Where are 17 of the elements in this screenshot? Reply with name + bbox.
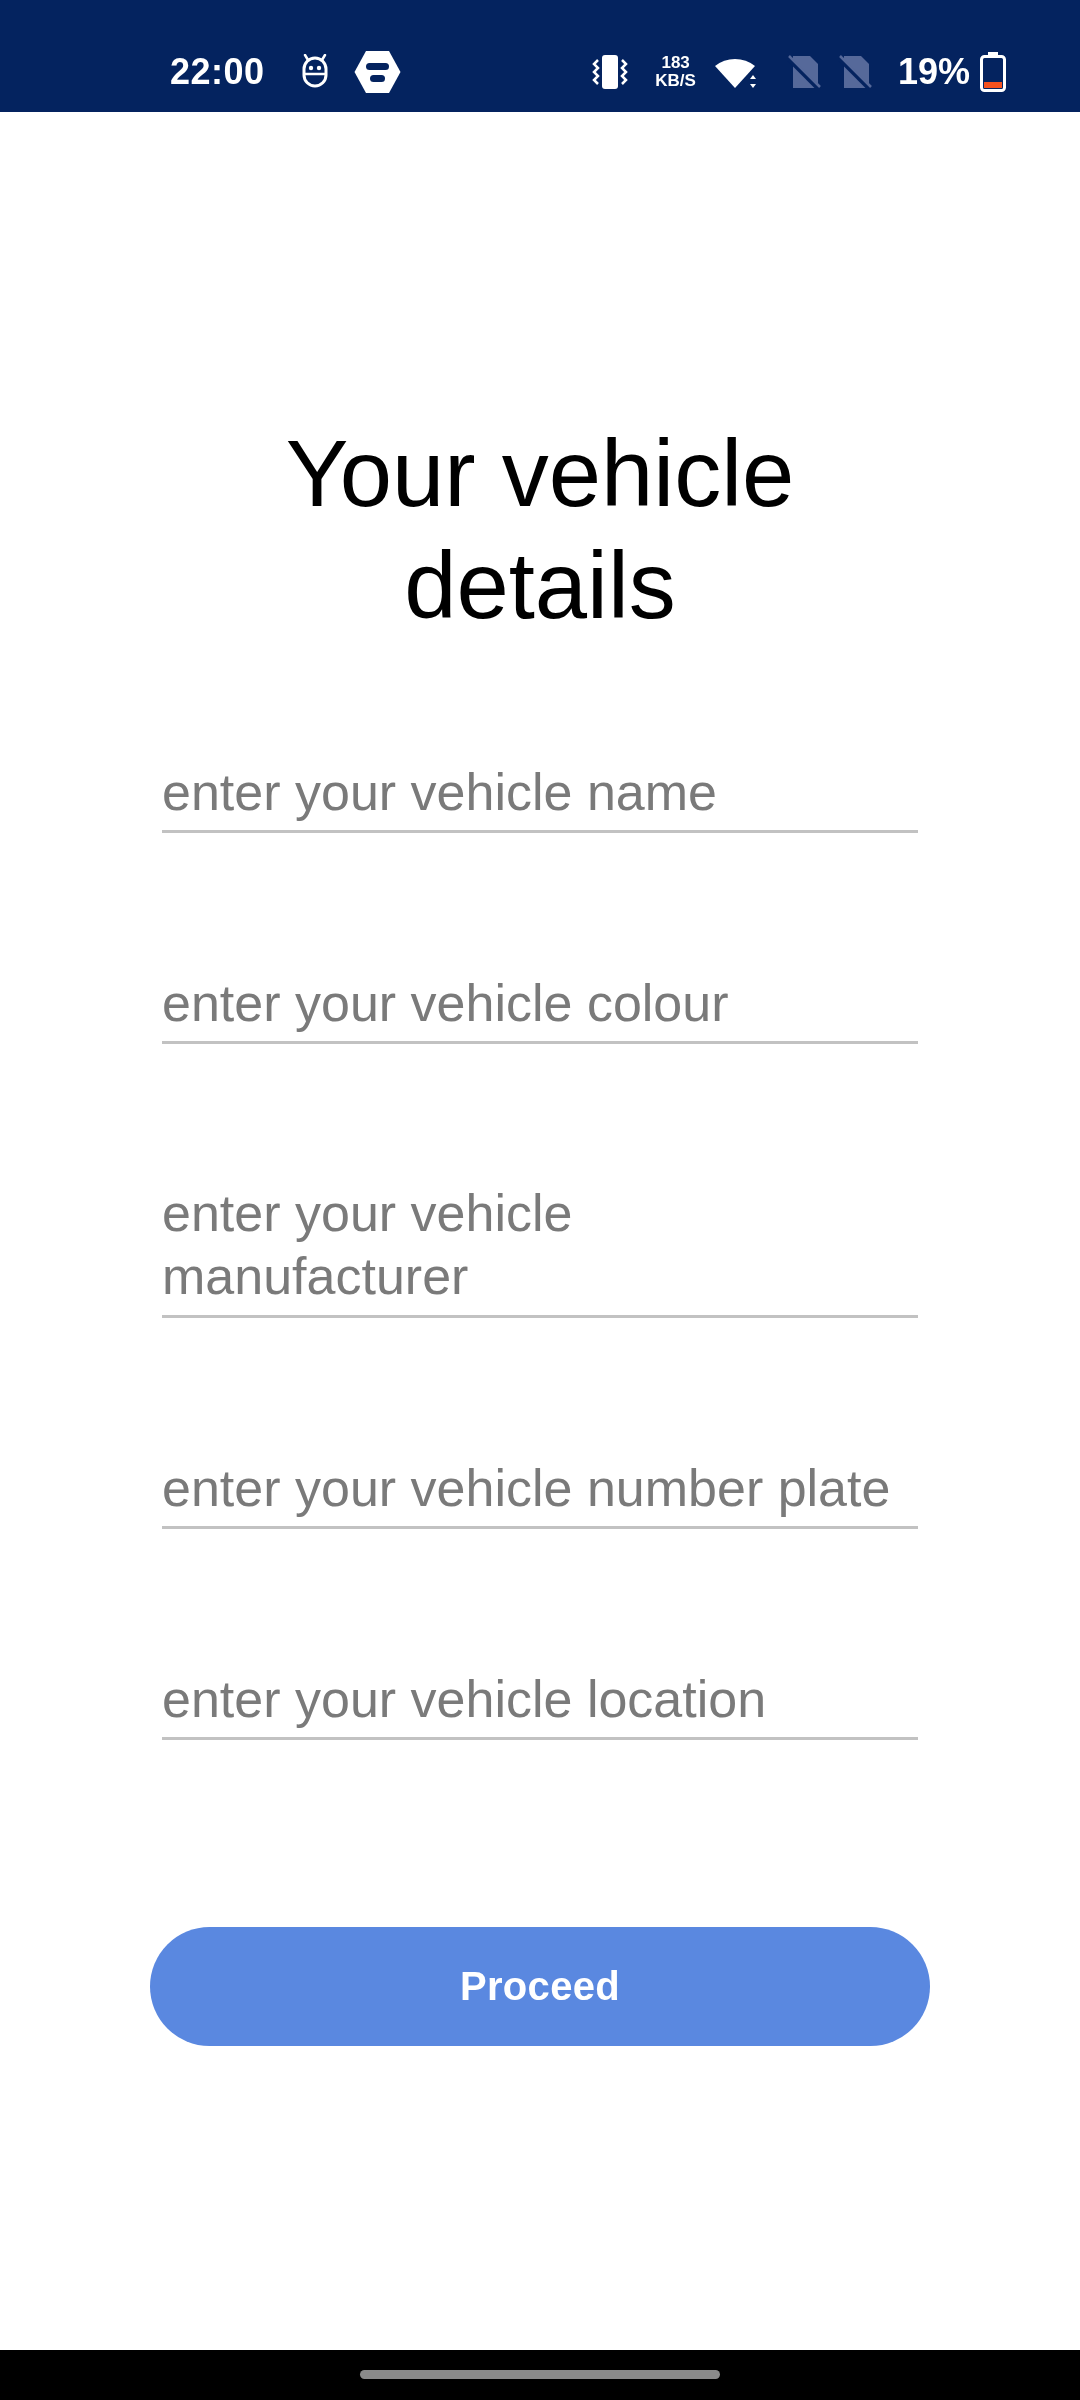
proceed-button[interactable]: Proceed	[150, 1927, 930, 2046]
clock-time: 22:00	[170, 51, 265, 93]
text-input-field[interactable]: enter your vehicle manufacturer	[162, 1182, 918, 1318]
home-handle[interactable]	[360, 2369, 720, 2379]
text-input-field[interactable]: enter your vehicle number plate	[162, 1456, 918, 1529]
sim-off-icon	[837, 55, 872, 89]
network-speed-value: 183	[661, 54, 690, 72]
battery-icon	[979, 52, 1007, 92]
text-input-field[interactable]: enter your vehicle colour	[162, 971, 918, 1044]
battery-percentage: 19%	[897, 51, 970, 93]
sim-off-icon	[786, 55, 821, 89]
text-input-field[interactable]: enter your vehicle name	[162, 760, 918, 833]
hexagon-icon	[353, 50, 401, 94]
text-input-field[interactable]: enter your vehicle location	[162, 1667, 918, 1740]
page-title: Your vehicle details	[284, 420, 796, 640]
network-speed-unit: KB/S	[655, 72, 696, 90]
vibrate-icon	[591, 54, 630, 90]
